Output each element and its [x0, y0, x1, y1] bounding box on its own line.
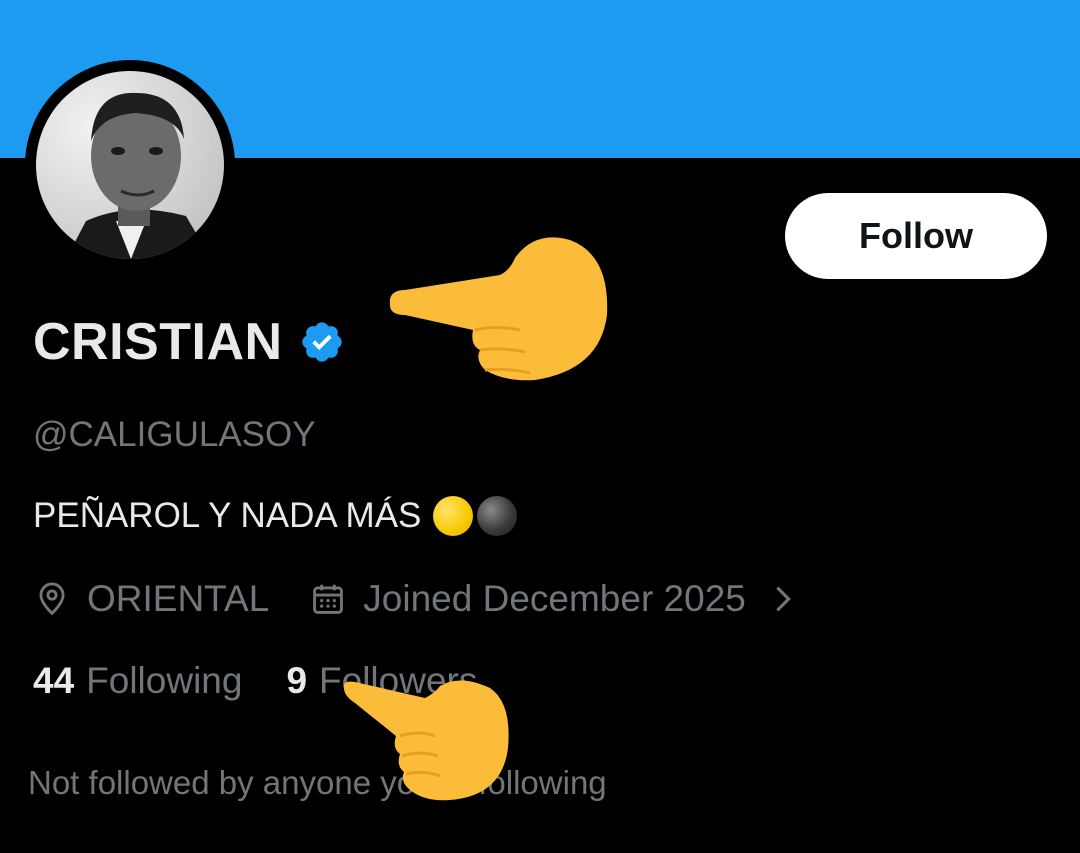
profile-handle: @CALIGULASOY: [33, 415, 316, 454]
bio-text: PEÑAROL Y NADA MÁS: [33, 496, 422, 535]
profile-meta: ORIENTAL Joined December 2025: [33, 578, 796, 620]
yellow-circle-emoji: [433, 496, 474, 536]
following-count: 44: [33, 660, 75, 701]
calendar-icon: [313, 584, 344, 614]
location-item: ORIENTAL: [33, 578, 269, 620]
display-name: CRISTIAN: [33, 313, 283, 371]
social-context: Not followed by anyone you're following: [28, 764, 607, 801]
bio-emojis: [433, 496, 518, 536]
following-link[interactable]: 44 Following: [33, 660, 242, 702]
black-circle-emoji: [477, 496, 518, 536]
profile-bio: PEÑAROL Y NADA MÁS: [33, 496, 518, 536]
location-text: ORIENTAL: [87, 578, 270, 619]
followers-count: 9: [286, 660, 308, 701]
joined-item[interactable]: Joined December 2025: [309, 578, 796, 620]
follow-button[interactable]: Follow: [785, 193, 1047, 279]
location-pin-icon: [39, 582, 65, 616]
avatar-photo: [36, 71, 224, 259]
pointing-left-emoji: [343, 680, 509, 801]
joined-text: Joined December 2025: [363, 578, 746, 619]
name-row: CRISTIAN: [33, 312, 345, 372]
pointing-left-emoji: [389, 237, 608, 381]
verified-badge-icon[interactable]: [299, 319, 345, 365]
profile-avatar[interactable]: [25, 60, 235, 270]
chevron-right-icon[interactable]: [770, 582, 796, 616]
following-label: Following: [86, 660, 243, 701]
